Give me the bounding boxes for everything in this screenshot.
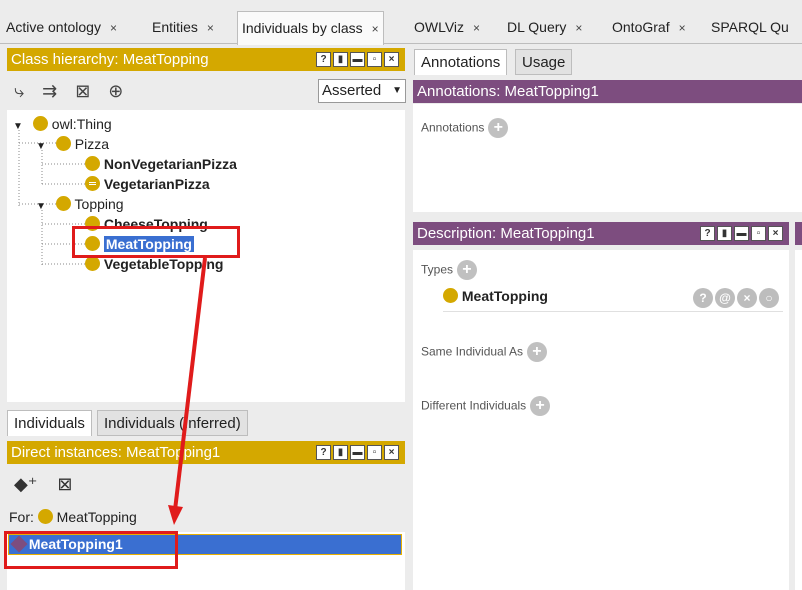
- highlight-arrow: [168, 257, 207, 525]
